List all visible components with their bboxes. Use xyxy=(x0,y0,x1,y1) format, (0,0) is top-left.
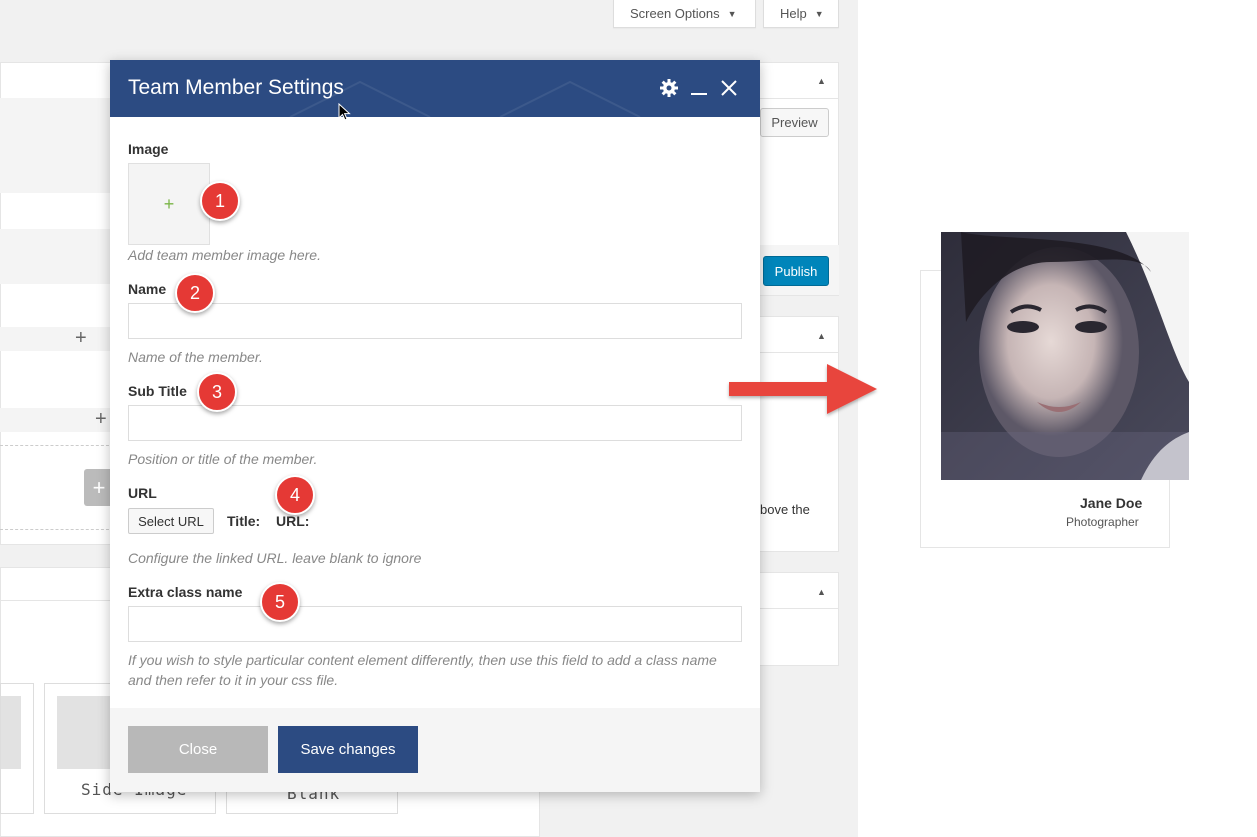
help-label: Help xyxy=(780,6,807,21)
extra-class-label: Extra class name xyxy=(128,584,243,600)
divider xyxy=(0,445,114,446)
step-badge-4: 4 xyxy=(275,475,315,515)
save-changes-button[interactable]: Save changes xyxy=(278,726,418,773)
collapse-arrow-icon[interactable]: ▲ xyxy=(817,587,826,597)
editor-row xyxy=(0,229,114,284)
publish-button[interactable]: Publish xyxy=(763,256,829,286)
url-help: Configure the linked URL. leave blank to… xyxy=(128,550,422,566)
name-label: Name xyxy=(128,281,167,297)
divider xyxy=(0,529,114,530)
url-label: URL xyxy=(128,485,157,501)
divider xyxy=(0,600,114,601)
image-help: Add team member image here. xyxy=(128,247,321,263)
step-badge-1: 1 xyxy=(200,181,240,221)
subtitle-label: Sub Title xyxy=(128,383,187,399)
plus-icon: + xyxy=(163,193,175,214)
collapse-arrow-icon[interactable]: ▲ xyxy=(817,76,826,86)
subtitle-help: Position or title of the member. xyxy=(128,451,318,467)
url-title-label: Title: xyxy=(227,513,261,529)
template-card[interactable] xyxy=(0,683,34,814)
extra-class-help: If you wish to style particular content … xyxy=(128,652,717,688)
close-button[interactable]: Close xyxy=(128,726,268,773)
close-icon[interactable] xyxy=(718,77,740,99)
step-badge-3: 3 xyxy=(197,372,237,412)
member-role: Photographer xyxy=(1066,515,1139,529)
image-label: Image xyxy=(128,141,169,157)
help-button[interactable]: Help ▼ xyxy=(763,0,839,28)
editor-row-bar xyxy=(0,327,114,351)
modal-footer: Close Save changes xyxy=(110,708,760,792)
minimize-icon[interactable] xyxy=(688,77,710,99)
preview-button[interactable]: Preview xyxy=(760,108,829,137)
step-badge-5: 5 xyxy=(260,582,300,622)
modal-header: Team Member Settings xyxy=(110,60,760,117)
name-input[interactable] xyxy=(128,303,742,339)
arrow-right-icon xyxy=(729,364,877,414)
select-url-button[interactable]: Select URL xyxy=(128,508,214,534)
collapse-arrow-icon[interactable]: ▲ xyxy=(817,331,826,341)
team-member-settings-modal: Team Member Settings Image + Add team me… xyxy=(110,60,760,792)
step-badge-2: 2 xyxy=(175,273,215,313)
mouse-cursor-icon xyxy=(338,103,351,121)
editor-toolbar-area xyxy=(0,98,114,193)
gear-icon[interactable] xyxy=(658,77,680,99)
modal-title: Team Member Settings xyxy=(128,76,344,99)
screen-options-label: Screen Options xyxy=(630,6,720,21)
add-icon[interactable]: + xyxy=(95,408,107,431)
member-name: Jane Doe xyxy=(1080,495,1143,511)
member-photo xyxy=(941,232,1189,480)
url-url-label: URL: xyxy=(276,513,310,529)
caret-down-icon: ▼ xyxy=(814,8,824,19)
add-icon[interactable]: + xyxy=(75,327,87,350)
caret-down-icon: ▼ xyxy=(727,8,737,19)
extra-class-input[interactable] xyxy=(128,606,742,642)
name-help: Name of the member. xyxy=(128,349,263,365)
attributes-text: bove the xyxy=(760,502,810,517)
screen-options-button[interactable]: Screen Options ▼ xyxy=(613,0,756,28)
add-image-button[interactable]: + xyxy=(128,163,210,245)
